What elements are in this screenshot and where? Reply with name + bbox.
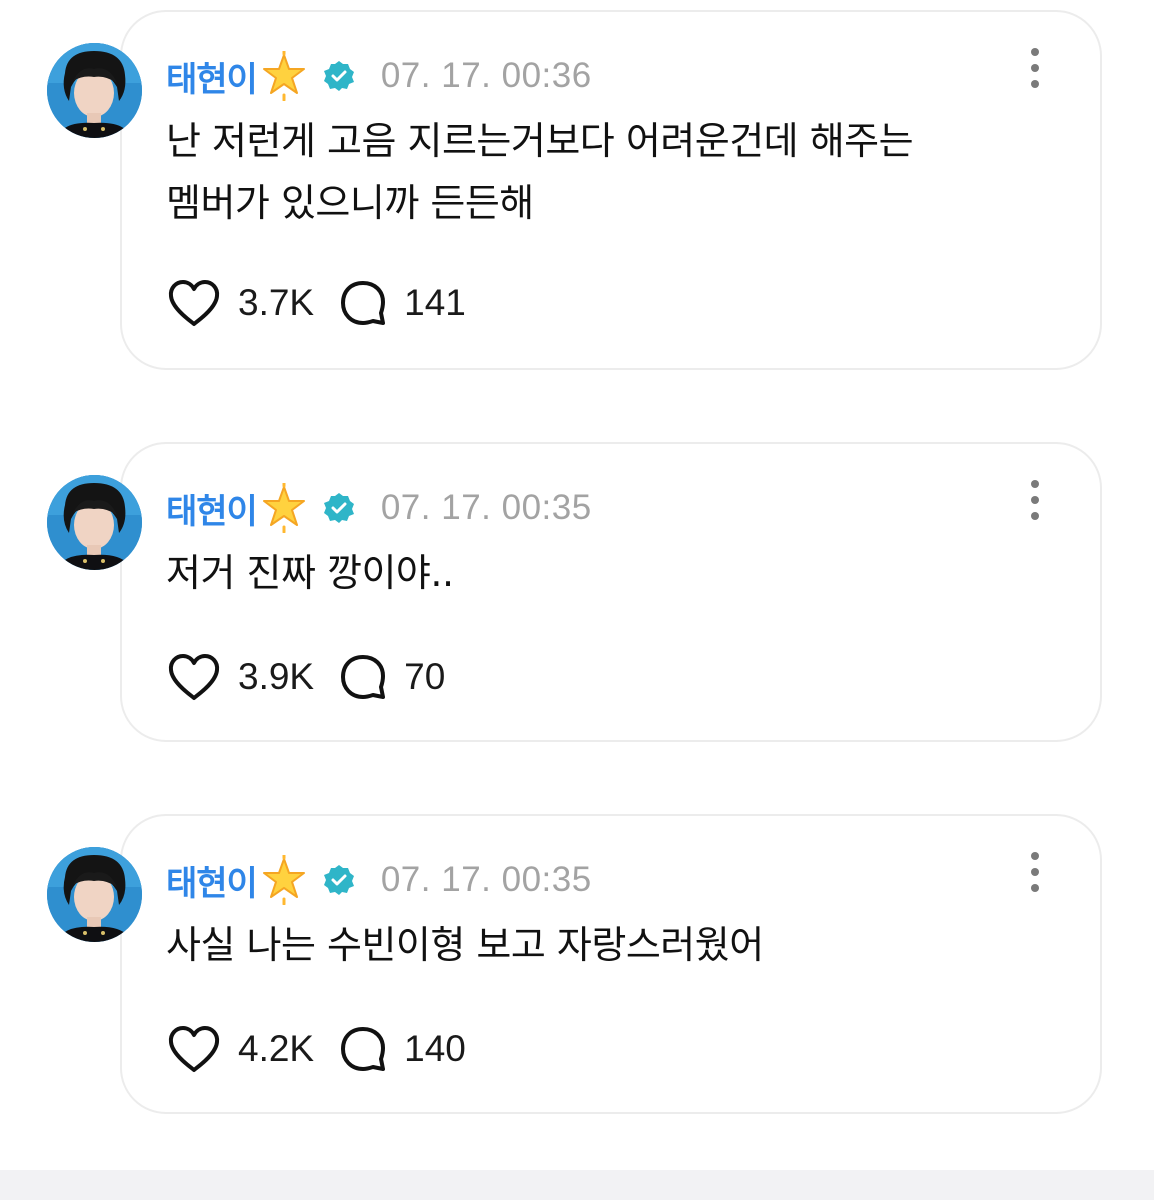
avatar[interactable] <box>47 847 142 942</box>
username[interactable]: 태현이 <box>166 52 258 101</box>
reply-button[interactable]: 140 <box>338 1024 466 1074</box>
username[interactable]: 태현이 <box>166 484 258 533</box>
glowing-star-icon <box>262 855 305 905</box>
more-vertical-icon <box>1031 64 1039 72</box>
avatar[interactable] <box>47 43 142 138</box>
heart-icon <box>168 280 220 326</box>
reply-count: 140 <box>404 1028 466 1069</box>
speech-bubble-icon <box>341 281 386 325</box>
username[interactable]: 태현이 <box>166 856 258 905</box>
post-card[interactable]: 태현이 07. 17. 00:35 저거 진짜 깡이야.. 3.9K 70 <box>0 442 1154 742</box>
more-vertical-icon <box>1031 80 1039 88</box>
post-header: 태현이 07. 17. 00:36 <box>166 48 592 104</box>
more-options-button[interactable] <box>1018 852 1052 892</box>
post-card[interactable]: 태현이 07. 17. 00:36 난 저런게 고음 지르는거보다 어려운건데 … <box>0 10 1154 370</box>
more-vertical-icon <box>1031 884 1039 892</box>
post-text: 난 저런게 고음 지르는거보다 어려운건데 해주는 멤버가 있으니까 든든해 <box>166 119 914 225</box>
post-text: 사실 나는 수빈이형 보고 자랑스러웠어 <box>166 923 764 967</box>
like-button[interactable]: 3.9K <box>166 652 314 702</box>
speech-bubble-icon <box>341 655 386 699</box>
speech-bubble-icon <box>341 1027 386 1071</box>
more-vertical-icon <box>1031 496 1039 504</box>
more-vertical-icon <box>1031 512 1039 520</box>
timestamp: 07. 17. 00:35 <box>380 860 592 899</box>
post-actions: 3.7K 141 <box>166 278 466 328</box>
glowing-star-icon <box>262 483 305 533</box>
more-options-button[interactable] <box>1018 48 1052 88</box>
more-vertical-icon <box>1031 48 1039 56</box>
reply-count: 141 <box>404 282 466 323</box>
avatar[interactable] <box>47 475 142 570</box>
heart-icon <box>168 1026 220 1072</box>
bottom-bar <box>0 1170 1154 1200</box>
timestamp: 07. 17. 00:35 <box>380 488 592 527</box>
more-vertical-icon <box>1031 480 1039 488</box>
feed-page: 태현이 07. 17. 00:36 난 저런게 고음 지르는거보다 어려운건데 … <box>0 0 1154 1200</box>
more-vertical-icon <box>1031 868 1039 876</box>
post-card[interactable]: 태현이 07. 17. 00:35 사실 나는 수빈이형 보고 자랑스러웠어 4… <box>0 814 1154 1114</box>
glowing-star-icon <box>262 51 305 101</box>
like-count: 4.2K <box>238 1028 315 1069</box>
verified-badge-icon <box>323 493 354 523</box>
like-button[interactable]: 3.7K <box>166 278 314 328</box>
like-count: 3.7K <box>238 282 315 323</box>
reply-button[interactable]: 70 <box>338 652 445 702</box>
reply-button[interactable]: 141 <box>338 278 466 328</box>
verified-badge-icon <box>323 61 354 91</box>
post-actions: 3.9K 70 <box>166 652 445 702</box>
more-options-button[interactable] <box>1018 480 1052 520</box>
post-text: 저거 진짜 깡이야.. <box>166 551 454 595</box>
timestamp: 07. 17. 00:36 <box>380 56 592 95</box>
like-count: 3.9K <box>238 656 315 697</box>
more-vertical-icon <box>1031 852 1039 860</box>
heart-icon <box>168 654 220 700</box>
like-button[interactable]: 4.2K <box>166 1024 314 1074</box>
verified-badge-icon <box>323 865 354 895</box>
post-header: 태현이 07. 17. 00:35 <box>166 852 592 908</box>
reply-count: 70 <box>404 656 446 697</box>
post-header: 태현이 07. 17. 00:35 <box>166 480 592 536</box>
post-actions: 4.2K 140 <box>166 1024 466 1074</box>
